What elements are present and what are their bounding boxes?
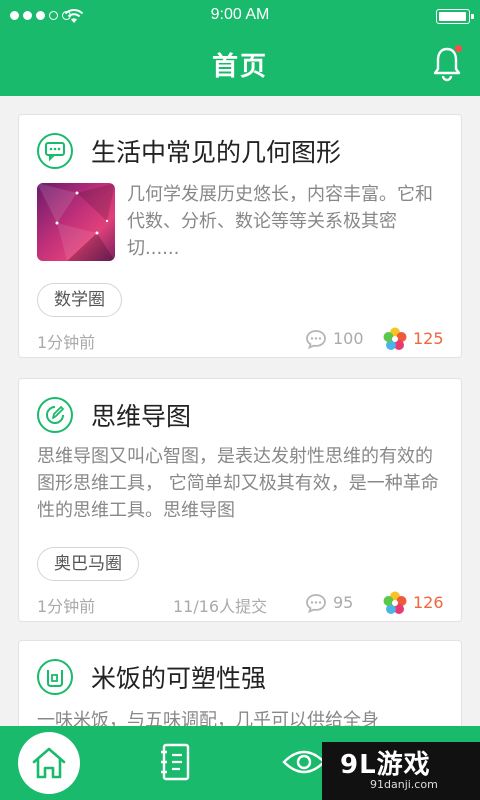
watermark-text: 9L游戏: [340, 750, 431, 780]
article-card[interactable]: 生活中常见的几何图形 几何学发展历史悠长，内容丰富。它和代数、分析、数论等等关系…: [18, 114, 462, 358]
flower-like-icon[interactable]: [383, 327, 407, 351]
notebook-icon: [161, 743, 190, 781]
watermark-site: 91danji.com: [370, 778, 438, 791]
article-excerpt: 几何学发展历史悠长，内容丰富。它和代数、分析、数论等等关系极其密切......: [127, 184, 433, 259]
notification-badge: [455, 45, 462, 52]
page-title: 首页: [211, 52, 268, 82]
article-card[interactable]: 思维导图 思维导图又叫心智图，是表达发射性思维的有效的图形思维工具， 它简单却又…: [18, 378, 462, 622]
rice-bowl-icon: [37, 659, 73, 695]
battery-icon: [436, 9, 474, 24]
article-title[interactable]: 米饭的可塑性强: [91, 659, 266, 695]
article-excerpt: 一味米饭，与五味调配，几乎可以供给全身: [37, 710, 379, 726]
comment-icon[interactable]: [305, 329, 327, 349]
submission-count: 11/16人提交: [173, 597, 268, 616]
post-time: 1分钟前: [37, 597, 96, 616]
article-feed[interactable]: 生活中常见的几何图形 几何学发展历史悠长，内容丰富。它和代数、分析、数论等等关系…: [0, 96, 480, 726]
home-icon: [32, 747, 66, 779]
nav-bar: 首页: [0, 32, 480, 96]
flower-like-icon[interactable]: [383, 591, 407, 615]
comment-icon[interactable]: [305, 593, 327, 613]
like-count: 126: [413, 593, 444, 612]
circle-tag[interactable]: 数学圈: [37, 283, 122, 317]
like-count: 125: [413, 329, 444, 348]
article-title[interactable]: 思维导图: [91, 397, 191, 433]
article-thumbnail[interactable]: [37, 183, 115, 261]
chat-icon: [37, 133, 73, 169]
tab-discover[interactable]: [282, 746, 326, 782]
article-title[interactable]: 生活中常见的几何图形: [91, 133, 341, 169]
article-card[interactable]: 米饭的可塑性强 一味米饭，与五味调配，几乎可以供给全身: [18, 640, 462, 726]
status-bar: 9:00 AM: [0, 0, 480, 32]
notification-button[interactable]: [430, 44, 464, 82]
status-time: 9:00 AM: [210, 6, 270, 23]
article-excerpt: 思维导图又叫心智图，是表达发射性思维的有效的图形思维工具， 它简单却又极其有效，…: [37, 446, 439, 521]
tab-home[interactable]: [18, 732, 80, 794]
edit-icon: [37, 397, 73, 433]
comment-count: 100: [333, 329, 364, 348]
circle-tag[interactable]: 奥巴马圈: [37, 547, 139, 581]
tab-notes[interactable]: [158, 742, 192, 786]
post-time: 1分钟前: [37, 333, 96, 352]
bottom-tab-bar: 9L游戏 91danji.com: [0, 726, 480, 800]
watermark-logo: 9L游戏 91danji.com: [322, 742, 480, 800]
comment-count: 95: [333, 593, 354, 612]
eye-icon: [282, 750, 326, 774]
